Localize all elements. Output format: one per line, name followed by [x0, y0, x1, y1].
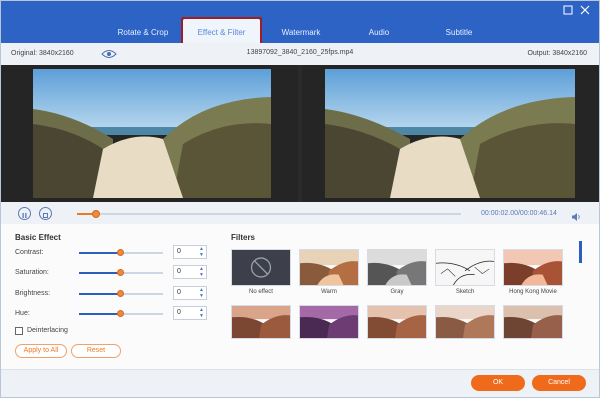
original-preview-pane [1, 65, 298, 202]
brightness-slider-fill [79, 293, 121, 295]
volume-icon[interactable] [571, 209, 581, 221]
saturation-stepper[interactable]: 0 ▲ ▼ [173, 265, 207, 279]
restore-icon[interactable] [562, 4, 574, 16]
hue-slider-handle[interactable] [117, 310, 124, 317]
filter-thumbnail[interactable] [503, 305, 563, 339]
output-resolution: Output: 3840x2160 [527, 50, 587, 57]
tab-bar: Rotate & Crop Effect & Filter Watermark … [1, 1, 599, 46]
playback-bar: 00:00:02.00/00:00:46.14 [1, 202, 599, 224]
close-icon[interactable] [579, 4, 591, 16]
output-preview-pane [302, 65, 599, 202]
filters-scrollbar[interactable] [579, 241, 582, 263]
no-effect-icon [250, 257, 272, 278]
decrement-icon[interactable]: ▼ [199, 252, 204, 258]
saturation-label: Saturation: [15, 269, 49, 276]
contrast-slider-fill [79, 252, 121, 254]
stop-icon [43, 213, 48, 218]
editor-window: Rotate & Crop Effect & Filter Watermark … [0, 0, 600, 398]
filter-label-gray: Gray [390, 289, 404, 295]
brightness-slider-handle[interactable] [117, 290, 124, 297]
basic-effect-title: Basic Effect [15, 233, 61, 242]
reset-button[interactable]: Reset [71, 344, 121, 358]
filter-thumbnail[interactable] [299, 305, 359, 339]
deinterlacing-checkbox[interactable] [15, 327, 23, 335]
contrast-value: 0 [177, 248, 181, 255]
decrement-icon[interactable]: ▼ [199, 272, 204, 278]
filter-label-warm: Warm [321, 289, 337, 295]
active-tab-highlight [181, 17, 262, 46]
deinterlacing-label: Deinterlacing [27, 327, 68, 334]
filter-label-no-effect: No effect [249, 289, 273, 295]
tab-subtitle[interactable]: Subtitle [429, 19, 489, 45]
saturation-value: 0 [177, 268, 181, 275]
contrast-slider[interactable] [79, 249, 163, 256]
tab-rotate-crop[interactable]: Rotate & Crop [107, 19, 179, 45]
tab-watermark[interactable]: Watermark [269, 19, 333, 45]
hue-slider-fill [79, 313, 121, 315]
output-video-frame [325, 69, 575, 198]
contrast-stepper[interactable]: 0 ▲ ▼ [173, 245, 207, 259]
filter-label-sketch: Sketch [455, 289, 475, 295]
hue-stepper[interactable]: 0 ▲ ▼ [173, 306, 207, 320]
timecode: 00:00:02.00/00:00:46.14 [481, 210, 557, 217]
saturation-slider[interactable] [79, 269, 163, 276]
filter-warm[interactable] [299, 249, 359, 286]
stop-button[interactable] [39, 207, 52, 220]
brightness-value: 0 [177, 289, 181, 296]
hue-label: Hue: [15, 310, 30, 317]
pause-button[interactable] [18, 207, 31, 220]
decrement-icon[interactable]: ▼ [199, 293, 204, 299]
saturation-slider-handle[interactable] [117, 269, 124, 276]
ok-button[interactable]: OK [471, 375, 525, 391]
brightness-label: Brightness: [15, 290, 51, 297]
file-name: 13897092_3840_2160_25fps.mp4 [246, 49, 354, 56]
saturation-slider-fill [79, 272, 121, 274]
filter-label-hong-kong-movie: Hong Kong Movie [509, 289, 557, 295]
hue-slider[interactable] [79, 310, 163, 317]
tab-audio[interactable]: Audio [351, 19, 407, 45]
contrast-slider-handle[interactable] [117, 249, 124, 256]
brightness-slider[interactable] [79, 290, 163, 297]
filter-thumbnail[interactable] [231, 305, 291, 339]
hue-value: 0 [177, 309, 181, 316]
footer-bar: OK Cancel [1, 369, 599, 397]
decrement-icon[interactable]: ▼ [199, 313, 204, 319]
filters-title: Filters [231, 233, 256, 242]
seek-track[interactable] [77, 213, 461, 215]
filter-thumbnail[interactable] [435, 305, 495, 339]
brightness-stepper[interactable]: 0 ▲ ▼ [173, 286, 207, 300]
filter-hong-kong-movie[interactable] [503, 249, 563, 286]
filter-gray[interactable] [367, 249, 427, 286]
filter-no-effect[interactable] [231, 249, 291, 286]
pause-icon [22, 213, 27, 218]
filter-sketch[interactable] [435, 249, 495, 286]
apply-to-all-button[interactable]: Apply to All [15, 344, 67, 358]
contrast-label: Contrast: [15, 249, 44, 256]
info-bar: Original: 3840x2160 13897092_3840_2160_2… [1, 43, 599, 65]
seek-handle[interactable] [92, 210, 100, 218]
original-video-frame [33, 69, 271, 198]
filter-thumbnail[interactable] [367, 305, 427, 339]
cancel-button[interactable]: Cancel [532, 375, 586, 391]
